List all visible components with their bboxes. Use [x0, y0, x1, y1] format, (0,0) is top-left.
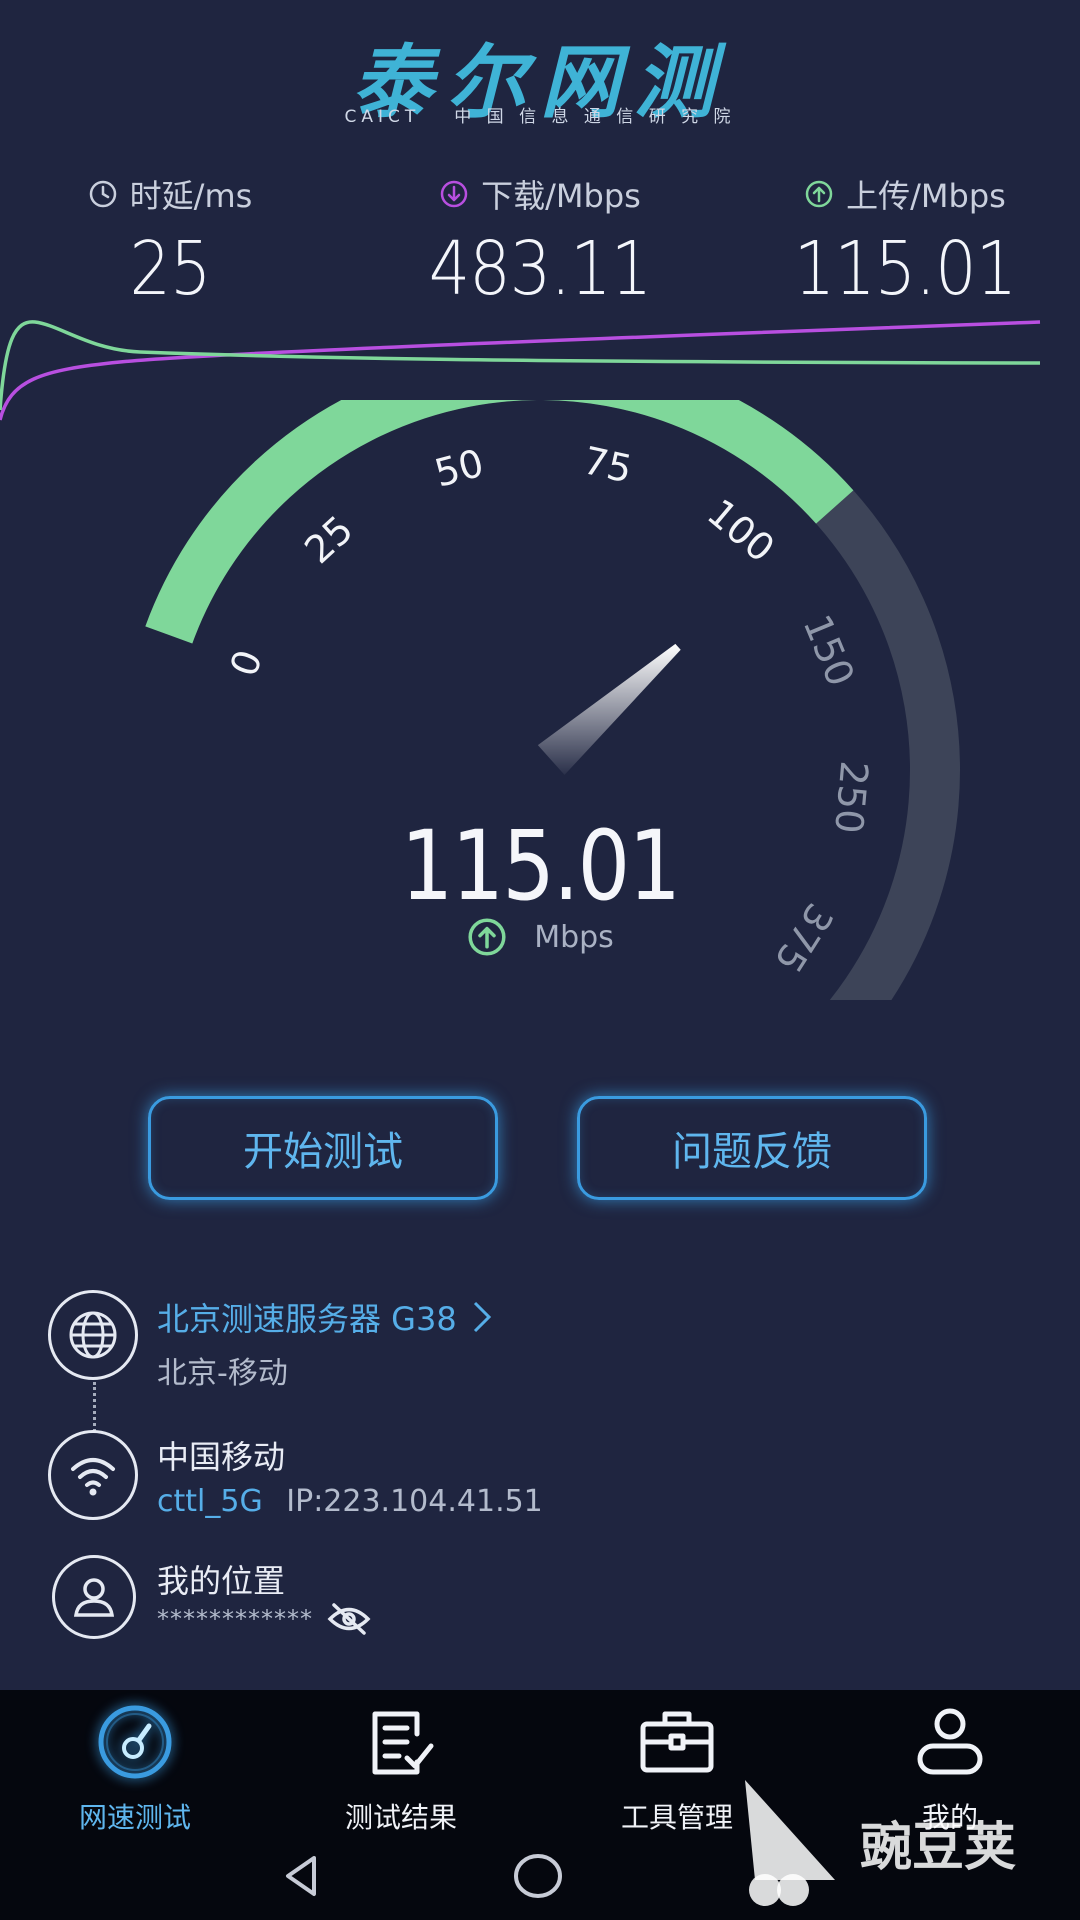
- tab-test-results[interactable]: 测试结果: [266, 1700, 536, 1836]
- gauge-needle: [537, 643, 681, 775]
- location-avatar: [52, 1555, 136, 1639]
- network-details: cttl_5G IP:223.104.41.51: [157, 1484, 543, 1519]
- tab-label: 测试结果: [344, 1801, 457, 1834]
- connector-line: [93, 1382, 96, 1432]
- latency-metric: 时延/ms 25: [5, 170, 335, 312]
- upload-metric: 上传/Mbps 115.01: [740, 170, 1070, 312]
- logo-sub-en: CAICT: [344, 107, 421, 127]
- upload-arrow-icon: [468, 918, 506, 956]
- gauge-tick-label: 25: [296, 507, 361, 572]
- tab-label: 网速测试: [78, 1801, 191, 1834]
- eye-hidden-icon[interactable]: [327, 1602, 371, 1636]
- home-nav-icon[interactable]: [512, 1852, 564, 1900]
- carrier-name: 中国移动: [157, 1438, 286, 1476]
- clipboard-check-icon: [372, 1711, 434, 1775]
- download-metric: 下载/Mbps 483.11: [375, 170, 705, 312]
- tab-speed-test[interactable]: 网速测试: [0, 1700, 270, 1836]
- download-label: 下载/Mbps: [481, 177, 641, 215]
- start-test-button[interactable]: 开始测试: [148, 1096, 498, 1200]
- watermark-text: 豌豆荚: [860, 1818, 1017, 1878]
- upload-arrow-icon: [805, 180, 833, 208]
- gauge-tick-label: 50: [430, 441, 488, 496]
- location-title: 我的位置: [157, 1562, 286, 1600]
- app-logo-subtitle: CAICT 中 国 信 息 通 信 研 究 院: [0, 102, 1080, 127]
- server-globe-button[interactable]: [48, 1290, 138, 1380]
- logo-sub-cn: 中 国 信 息 通 信 研 究 院: [454, 107, 736, 127]
- gauge-tick-label: 100: [699, 490, 783, 570]
- wifi-icon: [71, 1458, 115, 1496]
- person-icon: [917, 1708, 983, 1775]
- wandoujia-logo-icon: [745, 1780, 835, 1906]
- latency-label: 时延/ms: [129, 177, 253, 215]
- gauge-unit-label: Mbps: [534, 919, 614, 955]
- globe-icon: [69, 1311, 117, 1359]
- gauge-tick-label: 150: [795, 608, 863, 692]
- upload-label: 上传/Mbps: [846, 177, 1006, 215]
- network-wifi-badge: [48, 1430, 138, 1520]
- gauge-tick-label: 0: [222, 644, 272, 682]
- ip-address: IP:223.104.41.51: [286, 1484, 543, 1519]
- app-header: 泰尔网测 CAICT 中 国 信 息 通 信 研 究 院: [0, 0, 1080, 150]
- back-nav-icon[interactable]: [278, 1852, 326, 1900]
- gauge-tick-label: 75: [579, 438, 636, 491]
- chevron-right-icon: [473, 1301, 491, 1333]
- gauge-speed-unit: Mbps: [0, 916, 1080, 958]
- feedback-button[interactable]: 问题反馈: [577, 1096, 927, 1200]
- location-value: ************: [157, 1605, 313, 1633]
- server-name: 北京测速服务器 G38: [157, 1300, 457, 1338]
- toolbox-icon: [640, 1711, 714, 1773]
- speedometer-icon: [98, 1705, 172, 1779]
- location-row: ************: [157, 1602, 371, 1636]
- wifi-ssid: cttl_5G: [157, 1484, 263, 1519]
- server-location: 北京-移动: [157, 1356, 288, 1391]
- server-selector[interactable]: 北京测速服务器 G38: [157, 1294, 493, 1340]
- upload-speed-curve: [0, 320, 1041, 411]
- clock-icon: [89, 180, 116, 208]
- download-arrow-icon: [440, 180, 468, 208]
- user-avatar-icon: [73, 1578, 115, 1617]
- gauge-speed-value: 115.01: [400, 810, 681, 922]
